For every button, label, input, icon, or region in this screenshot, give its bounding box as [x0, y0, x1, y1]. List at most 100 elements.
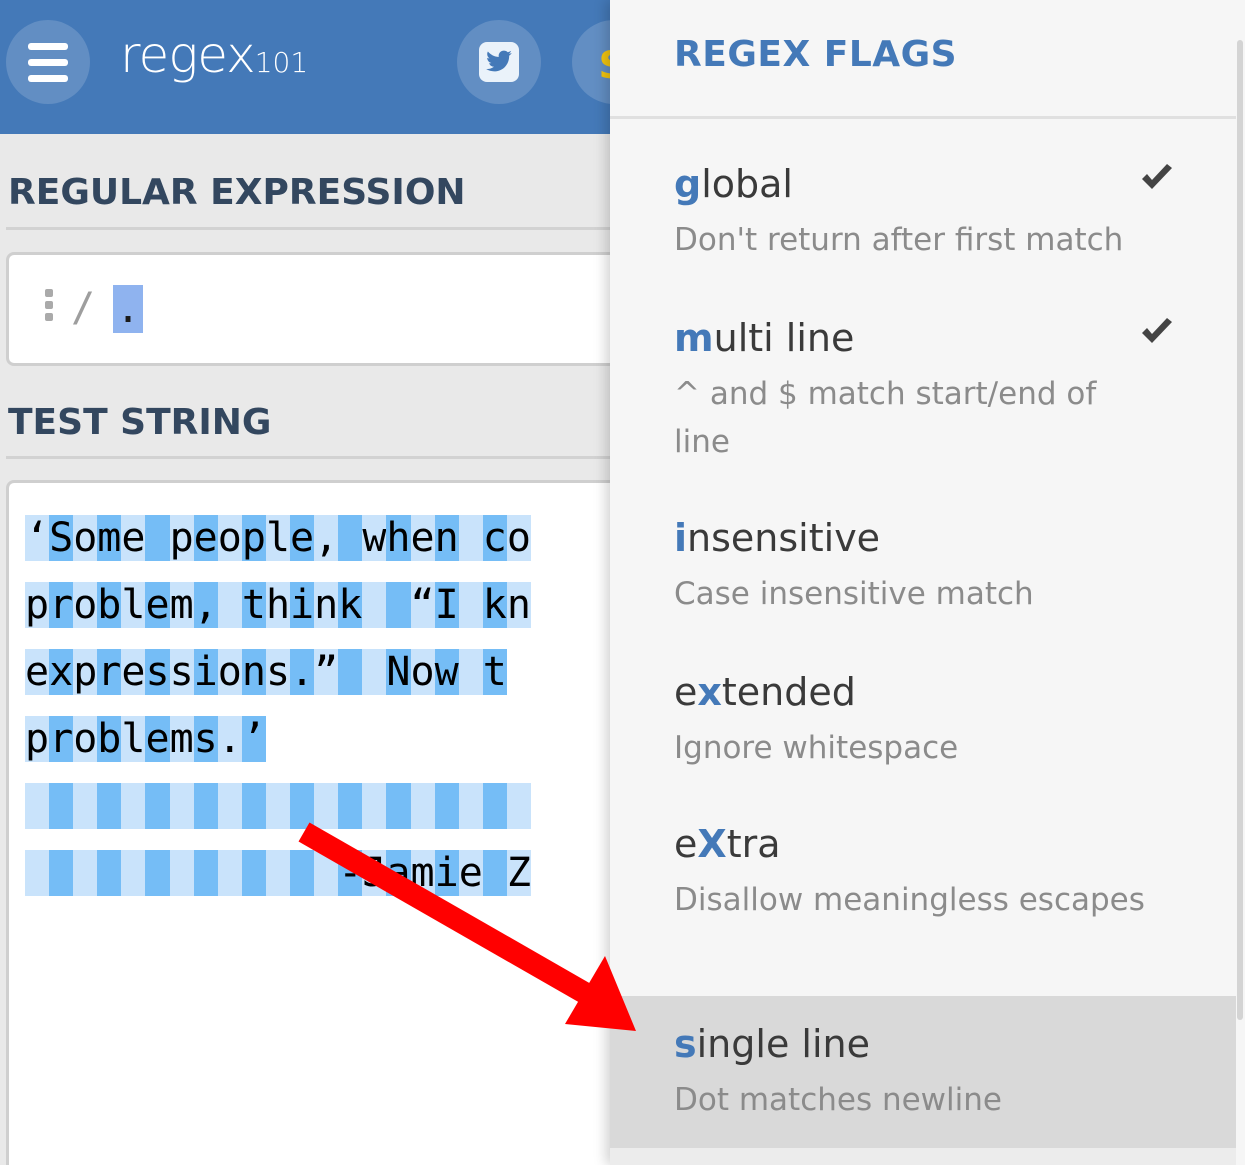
flag-key: g [674, 162, 702, 206]
match-char [169, 783, 194, 829]
flag-item-extended[interactable]: extended Ignore whitespace [610, 644, 1236, 796]
match-char [25, 783, 50, 829]
match-char [145, 515, 170, 561]
match-char: i [434, 850, 459, 896]
match-char: Z [506, 850, 531, 896]
regex-pattern[interactable]: . [113, 285, 143, 333]
match-char: e [290, 515, 315, 561]
regex-input[interactable]: / . [6, 252, 626, 366]
match-char: o [73, 582, 98, 628]
match-char [49, 850, 74, 896]
match-char [458, 649, 483, 695]
test-string-line: problem, think “I kn [25, 572, 531, 639]
flag-key: m [674, 316, 714, 360]
match-char [458, 515, 483, 561]
match-char: i [290, 582, 315, 628]
test-section-title: TEST STRING [8, 402, 272, 443]
flag-name-rest: nsensitive [687, 516, 881, 560]
flag-description: Dot matches newline [674, 1082, 1002, 1118]
flag-description: Ignore whitespace [674, 730, 959, 766]
match-char: p [25, 582, 50, 628]
match-char: w [362, 515, 387, 561]
match-char [193, 850, 218, 896]
flag-item-eXtra[interactable]: eXtra Disallow meaningless escapes [610, 796, 1236, 996]
twitter-button[interactable] [457, 20, 541, 104]
match-char: o [217, 515, 242, 561]
match-char [338, 649, 363, 695]
flag-item-multi-line[interactable]: multi line ^ and $ match start/end of lin… [610, 290, 1236, 490]
match-char [482, 850, 507, 896]
flag-name-rest: ulti line [713, 316, 855, 360]
match-char: r [49, 716, 74, 762]
flag-name-rest: tra [726, 822, 781, 866]
test-string-input[interactable]: ‘Some people, when co problem, think “I k… [6, 480, 626, 1165]
flag-name: single line [674, 1022, 870, 1066]
match-char: p [25, 716, 50, 762]
match-char: b [97, 582, 122, 628]
checkmark-icon [1142, 164, 1172, 189]
logo[interactable]: regex 101 [120, 26, 308, 84]
match-char: t [241, 582, 266, 628]
match-char: n [434, 515, 459, 561]
match-char [458, 783, 483, 829]
match-char: s [265, 649, 291, 695]
match-char: o [506, 515, 531, 561]
match-char: c [482, 515, 507, 561]
match-char [290, 850, 315, 896]
match-char: h [386, 515, 411, 561]
flag-key: i [674, 516, 688, 560]
flag-prefix: e [674, 822, 698, 866]
match-char: e [458, 850, 483, 896]
match-char: e [121, 515, 146, 561]
match-char [362, 783, 387, 829]
match-char: e [145, 716, 170, 762]
match-char [25, 850, 50, 896]
match-char [338, 515, 363, 561]
match-char: ” [314, 649, 339, 695]
match-char: k [482, 582, 507, 628]
match-char: s [145, 649, 170, 695]
match-char [145, 783, 170, 829]
match-char: . [290, 649, 315, 695]
match-char: r [49, 582, 74, 628]
match-char [362, 582, 387, 628]
flag-key: x [697, 670, 722, 714]
test-string-line [25, 773, 531, 840]
match-char: b [97, 716, 122, 762]
match-char [97, 850, 122, 896]
flag-item-insensitive[interactable]: insensitive Case insensitive match [610, 490, 1236, 642]
test-string-line: ‘Some people, when co [25, 505, 531, 572]
match-char: J [362, 850, 387, 896]
match-char: o [217, 649, 242, 695]
menu-icon[interactable] [6, 20, 90, 104]
test-string-line: expressions.” Now t [25, 639, 531, 706]
match-char: S [49, 515, 74, 561]
match-char: “ [410, 582, 435, 628]
match-char [121, 850, 146, 896]
match-char: l [121, 716, 146, 762]
match-char: l [121, 582, 146, 628]
panel-scrollbar[interactable] [1237, 40, 1243, 1020]
regex101-app: regex 101 $ REGULAR EXPRESSION / . TEST … [0, 0, 1245, 1165]
match-char: n [506, 582, 531, 628]
match-char [290, 783, 315, 829]
match-char: s [169, 649, 194, 695]
match-char: e [25, 649, 50, 695]
match-char: - [338, 850, 363, 896]
logo-main-text: regex [120, 26, 256, 84]
flag-key: s [674, 1022, 697, 1066]
match-char: ’ [241, 716, 266, 762]
match-char: t [482, 649, 507, 695]
divider [6, 227, 616, 230]
match-char: n [314, 582, 339, 628]
flag-description: ^ and $ match start/end of line [674, 376, 1097, 460]
match-char [314, 850, 339, 896]
flag-name: multi line [674, 316, 854, 360]
flag-item-single-line[interactable]: single line Dot matches newline [610, 996, 1236, 1148]
drag-handle-icon[interactable] [45, 289, 55, 325]
match-char: i [193, 649, 218, 695]
match-char: e [121, 649, 146, 695]
flag-item-global[interactable]: global Don't return after first match [610, 136, 1236, 288]
test-string-text[interactable]: ‘Some people, when co problem, think “I k… [25, 505, 531, 907]
match-char [193, 783, 218, 829]
